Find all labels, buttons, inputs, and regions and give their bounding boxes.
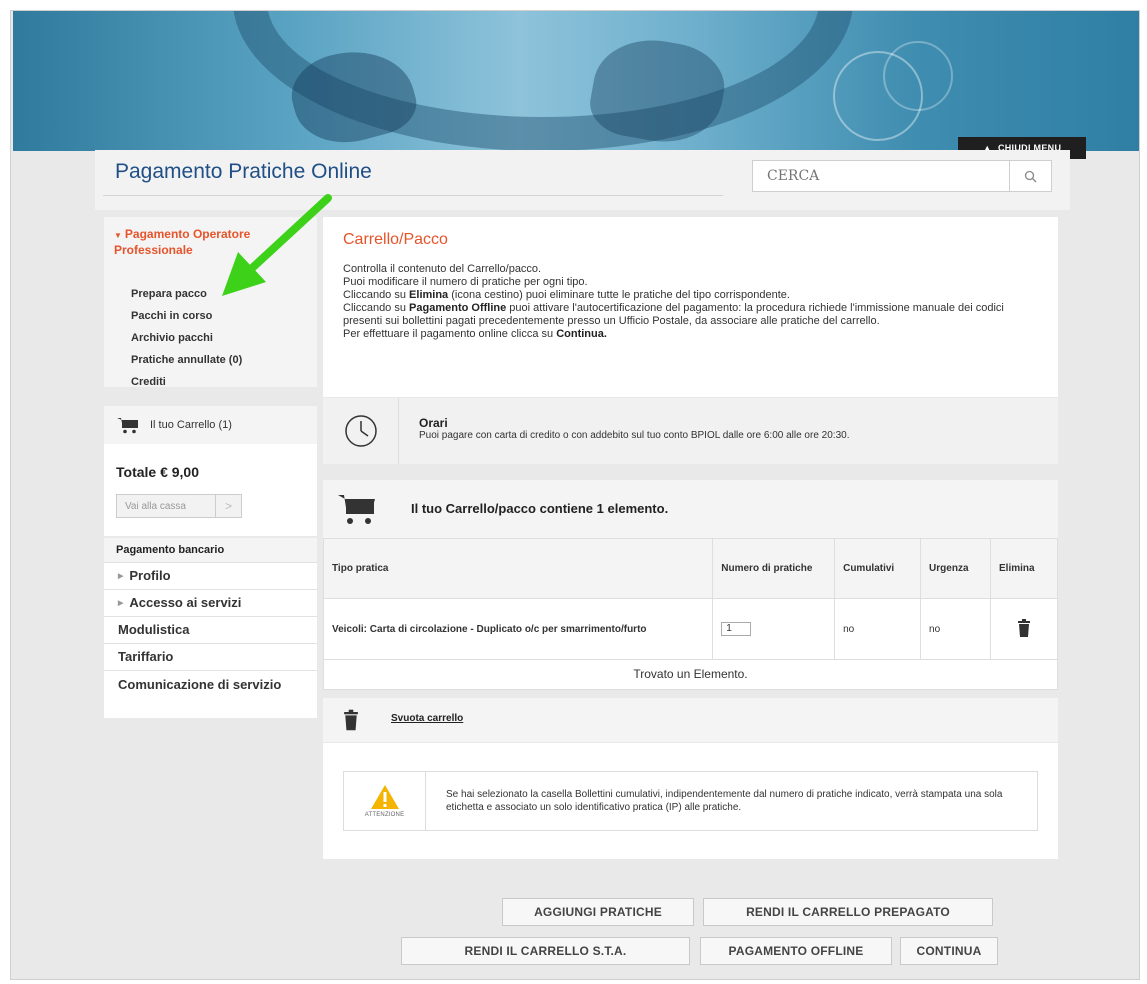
add-pratiche-button[interactable]: AGGIUNGI PRATICHE: [502, 898, 694, 926]
nav-item-pratiche-annullate[interactable]: Pratiche annullate (0): [131, 349, 242, 371]
annotation-arrow: [222, 194, 332, 296]
table-header-row: Tipo pratica Numero di pratiche Cumulati…: [322, 538, 1058, 599]
banking-nav-title: Pagamento bancario: [104, 538, 317, 562]
intro-line-3: Cliccando su Elimina (icona cestino) puo…: [343, 289, 790, 301]
caret-down-icon: ▼: [114, 231, 122, 240]
cart-table: Tipo pratica Numero di pratiche Cumulati…: [322, 538, 1058, 660]
col-header-cumulativi: Cumulativi: [834, 538, 922, 599]
cell-cumulativi: no: [834, 598, 922, 660]
intro-line-5: Per effettuare il pagamento online clicc…: [343, 328, 607, 340]
clock-icon-box: [323, 398, 399, 464]
clock-icon: [344, 415, 377, 447]
cell-tipo: Veicoli: Carta di circolazione - Duplica…: [322, 598, 714, 660]
page-title: Carrello/Pacco: [343, 231, 448, 248]
hours-text: Puoi pagare con carta di credito o con a…: [419, 430, 850, 441]
trash-icon: [344, 709, 358, 731]
nav-item-modulistica[interactable]: Modulistica: [104, 616, 317, 643]
col-header-urgenza: Urgenza: [920, 538, 991, 599]
caret-right-icon: ▶: [118, 599, 124, 607]
nav-item-pacchi-in-corso[interactable]: Pacchi in corso: [131, 305, 242, 327]
empty-cart-bar: Svuota carrello: [323, 698, 1058, 742]
search-input[interactable]: [753, 161, 1009, 191]
nav-item-accesso-servizi[interactable]: ▶ Accesso ai servizi: [104, 589, 317, 616]
offline-payment-button[interactable]: PAGAMENTO OFFLINE: [700, 937, 892, 965]
cart-widget-label: Il tuo Carrello (1): [150, 419, 232, 431]
search-icon: [1024, 170, 1037, 182]
search-button[interactable]: [1009, 161, 1051, 191]
cart-widget: Il tuo Carrello (1) Totale € 9,00 Vai al…: [104, 406, 317, 536]
intro-line-4: Cliccando su Pagamento Offline puoi atti…: [343, 302, 1004, 327]
cell-urgenza: no: [920, 598, 991, 660]
quantity-input[interactable]: 1: [721, 622, 752, 636]
nav-item-comunicazione[interactable]: Comunicazione di servizio: [104, 670, 317, 714]
intro-line-2: Puoi modificare il numero di pratiche pe…: [343, 276, 588, 288]
hours-title: Orari: [419, 416, 448, 430]
empty-cart-link[interactable]: Svuota carrello: [391, 713, 463, 724]
warning-box: ATTENZIONE Se hai selezionato la casella…: [343, 771, 1038, 831]
nav-item-profilo[interactable]: ▶ Profilo: [104, 562, 317, 589]
checkout-button[interactable]: Vai alla cassa >: [116, 494, 242, 518]
search-box: [752, 160, 1052, 192]
chevron-right-icon: >: [215, 495, 241, 517]
cart-total: Totale € 9,00: [116, 464, 200, 480]
header-banner: [13, 11, 1139, 151]
warning-caption: ATTENZIONE: [364, 812, 405, 818]
intro-line-1: Controlla il contenuto del Carrello/pacc…: [343, 263, 542, 275]
cart-icon: [338, 495, 375, 524]
intro-panel: Carrello/Pacco Controlla il contenuto de…: [323, 217, 1058, 397]
nav-item-crediti[interactable]: Crediti: [131, 371, 242, 393]
nav-item-archivio-pacchi[interactable]: Archivio pacchi: [131, 327, 242, 349]
caret-right-icon: ▶: [118, 572, 124, 580]
col-header-tipo: Tipo pratica: [322, 538, 714, 599]
cart-summary: Il tuo Carrello/pacco contiene 1 element…: [323, 480, 1058, 538]
table-row: Veicoli: Carta di circolazione - Duplica…: [322, 598, 1058, 660]
cart-widget-header[interactable]: Il tuo Carrello (1): [104, 406, 317, 444]
nav-item-tariffario[interactable]: Tariffario: [104, 643, 317, 670]
warning-text: Se hai selezionato la casella Bollettini…: [446, 789, 1003, 813]
warning-icon: [370, 785, 399, 809]
cell-elimina: [990, 598, 1058, 660]
col-header-numero: Numero di pratiche: [712, 538, 836, 599]
cart-summary-text: Il tuo Carrello/pacco contiene 1 element…: [411, 501, 669, 516]
warning-panel: ATTENZIONE Se hai selezionato la casella…: [323, 743, 1058, 859]
warning-icon-box: ATTENZIONE: [344, 772, 426, 830]
title-divider: [103, 195, 723, 196]
prepaid-cart-button[interactable]: RENDI IL CARRELLO PREPAGATO: [703, 898, 993, 926]
hours-panel: Orari Puoi pagare con carta di credito o…: [323, 398, 1058, 464]
site-title: Pagamento Pratiche Online: [115, 160, 372, 183]
checkout-label: Vai alla cassa: [125, 500, 186, 512]
trash-icon[interactable]: [1017, 618, 1031, 637]
banking-nav: Pagamento bancario ▶ Profilo ▶ Accesso ai …: [104, 538, 317, 718]
sta-cart-button[interactable]: RENDI IL CARRELLO S.T.A.: [401, 937, 690, 965]
table-footer: Trovato un Elemento.: [323, 660, 1058, 690]
col-header-elimina: Elimina: [990, 538, 1058, 599]
cell-numero: 1: [712, 598, 836, 660]
continue-button[interactable]: CONTINUA: [900, 937, 998, 965]
cart-icon: [117, 418, 138, 434]
